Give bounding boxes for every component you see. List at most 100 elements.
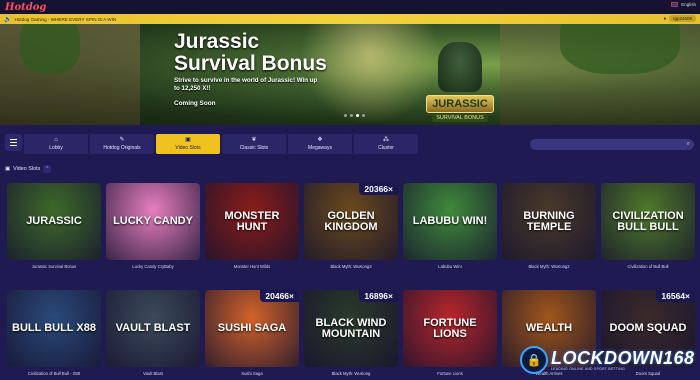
tab-lobby[interactable]: ⌂ Lobby xyxy=(24,134,88,154)
game-thumbnail[interactable]: GOLDEN KINGDOM 20366× xyxy=(304,183,398,260)
game-thumbnail[interactable]: JURASSIC xyxy=(7,183,101,260)
game-caption: Labubu Win! xyxy=(438,264,462,269)
game-art-title: GOLDEN KINGDOM xyxy=(324,209,378,233)
game-tile[interactable]: LUCKY CANDY Lucky Candy CryBaby xyxy=(106,183,200,273)
username: tgp24609 xyxy=(669,15,696,22)
home-icon: ⌂ xyxy=(54,137,58,143)
tab-hotdog-originals[interactable]: ✎ Hotdog Originals xyxy=(90,134,154,154)
tab-label: Cluster xyxy=(378,145,394,151)
multiplier-badge: 16896× xyxy=(359,290,398,302)
watermark-word: LOCKDOWN168 xyxy=(551,348,695,368)
game-thumbnail[interactable]: VAULT BLAST xyxy=(106,290,200,367)
tag-icon: ✎ xyxy=(119,137,125,143)
game-thumbnail[interactable]: CIVILIZATION BULL BULL xyxy=(601,183,695,260)
hero-title: Jurassic Survival Bonus xyxy=(174,30,327,75)
collapse-toggle[interactable]: ⌃ xyxy=(43,165,52,173)
hamburger-icon xyxy=(10,139,17,140)
hero-status: Coming Soon xyxy=(174,100,216,107)
tab-megaways[interactable]: ❖ Megaways xyxy=(288,134,352,154)
menu-button[interactable] xyxy=(5,134,22,151)
game-tile[interactable]: BLACK WIND MOUNTAIN 16896× Black Myth: WuK… xyxy=(304,290,398,380)
watermark-tagline: LEADING ONLINE AND SPORT BETTING xyxy=(551,367,626,371)
hero-game-logo: JURASSIC SURVIVAL BONUS xyxy=(420,42,500,122)
user-account[interactable]: ● tgp24609 xyxy=(663,15,696,22)
category-nav: ⌂ Lobby ✎ Hotdog Originals ▣ Video Slots ❦ Clas… xyxy=(0,131,700,155)
carousel-dots xyxy=(344,114,365,117)
game-thumbnail[interactable]: FORTUNE LIONS xyxy=(403,290,497,367)
game-art-title: VAULT BLAST xyxy=(115,322,191,334)
game-thumbnail[interactable]: SUSHI SAGA 20466× xyxy=(205,290,299,367)
tab-label: Megaways xyxy=(308,145,332,151)
game-caption: Jurassic Survival Bonus xyxy=(31,264,77,269)
tab-cluster[interactable]: ⁂ Cluster xyxy=(354,134,418,154)
game-art-title: JURASSIC xyxy=(26,215,82,227)
game-thumbnail[interactable]: LABUBU WIN! xyxy=(403,183,497,260)
tab-classic-slots[interactable]: ❦ Classic Slots xyxy=(222,134,286,154)
hero-banner[interactable]: Jurassic Survival Bonus Strive to surviv… xyxy=(0,24,700,125)
game-tile[interactable]: FORTUNE LIONS Fortune Lions xyxy=(403,290,497,380)
game-thumbnail[interactable]: BLACK WIND MOUNTAIN 16896× xyxy=(304,290,398,367)
announcement-bar: 🔊 Hotdog Gaming - WHERE EVERY SPIN IS A … xyxy=(0,14,700,24)
section-header: ▣ Video Slots ⌃ xyxy=(5,165,52,173)
game-art-title: MONSTER HUNT xyxy=(224,209,280,233)
game-art-title: SUSHI SAGA xyxy=(217,322,287,334)
game-art-title: LUCKY CANDY xyxy=(113,215,193,227)
game-art-title: BURNING TEMPLE xyxy=(523,209,575,233)
language-selector[interactable]: English xyxy=(671,2,696,7)
game-thumbnail[interactable]: LUCKY CANDY xyxy=(106,183,200,260)
game-tile[interactable]: BULL BULL X88 Civilization of Bull Bull -… xyxy=(7,290,101,380)
tab-video-slots[interactable]: ▣ Video Slots xyxy=(156,134,220,154)
tab-label: Lobby xyxy=(49,145,63,151)
cherry-icon: ❦ xyxy=(251,137,257,143)
game-caption: Monster Hunt Wilds xyxy=(233,264,271,269)
watermark: 🔒 LOCKDOWN168 LEADING ONLINE AND SPORT B… xyxy=(520,342,700,378)
game-caption: Black Myth: WuKong xyxy=(331,371,371,376)
game-art-title: LABUBU WIN! xyxy=(412,215,488,227)
game-tile[interactable]: GOLDEN KINGDOM 20366× Black Myth: WuKong3 xyxy=(304,183,398,273)
carousel-dot[interactable] xyxy=(350,114,353,117)
banner-foliage-right xyxy=(560,24,680,74)
cluster-icon: ⁂ xyxy=(383,137,389,143)
game-tile[interactable]: VAULT BLAST Vault Blast xyxy=(106,290,200,380)
game-caption: Civilization of Bull Bull - X88 xyxy=(27,371,81,376)
tab-label: Hotdog Originals xyxy=(103,145,141,151)
game-caption: Black Myth: WuKong3 xyxy=(330,264,372,269)
game-tile[interactable]: JURASSIC Jurassic Survival Bonus xyxy=(7,183,101,273)
hero-logo-title: JURASSIC xyxy=(426,95,494,113)
multiplier-badge: 20366× xyxy=(359,183,398,195)
slots-icon: ▣ xyxy=(5,166,11,172)
tab-label: Classic Slots xyxy=(239,145,269,151)
dinosaur-illustration xyxy=(438,42,482,92)
game-art-title: BLACK WIND MOUNTAIN xyxy=(315,316,387,340)
carousel-dot[interactable] xyxy=(356,114,359,117)
megaways-icon: ❖ xyxy=(317,137,323,143)
carousel-dot[interactable] xyxy=(344,114,347,117)
game-tile[interactable]: CIVILIZATION BULL BULL Civilization of Bu… xyxy=(601,183,695,273)
top-bar: Hotdog English xyxy=(0,0,700,14)
game-thumbnail[interactable]: MONSTER HUNT xyxy=(205,183,299,260)
game-caption: Fortune Lions xyxy=(437,371,463,376)
game-caption: Lucky Candy CryBaby xyxy=(132,264,174,269)
search-icon: ⌕ xyxy=(686,141,690,147)
game-tile[interactable]: MONSTER HUNT Monster Hunt Wilds xyxy=(205,183,299,273)
game-art-title: CIVILIZATION BULL BULL xyxy=(612,209,684,233)
game-art-title: WEALTH xyxy=(525,322,573,334)
game-caption: Vault Blast xyxy=(143,371,163,376)
game-art-title: FORTUNE LIONS xyxy=(423,316,477,340)
section-title: Video Slots xyxy=(13,166,41,172)
user-icon: ● xyxy=(663,16,667,21)
game-thumbnail[interactable]: BURNING TEMPLE xyxy=(502,183,596,260)
game-caption: Civilization of Bull Bull xyxy=(627,264,669,269)
game-thumbnail[interactable]: BULL BULL X88 xyxy=(7,290,101,367)
language-label: English xyxy=(681,2,696,7)
multiplier-badge: 20466× xyxy=(260,290,299,302)
game-tile[interactable]: BURNING TEMPLE Black Myth: WuKong2 xyxy=(502,183,596,273)
search-input[interactable]: ⌕ xyxy=(530,139,694,150)
game-tile[interactable]: LABUBU WIN! Labubu Win! xyxy=(403,183,497,273)
carousel-dot[interactable] xyxy=(362,114,365,117)
site-logo[interactable]: Hotdog xyxy=(5,2,46,13)
lock-icon: 🔒 xyxy=(520,346,548,374)
game-tile[interactable]: SUSHI SAGA 20466× Sushi Saga xyxy=(205,290,299,380)
hero-subtitle: Strive to survive in the world of Jurass… xyxy=(174,77,318,92)
game-art-title: BULL BULL X88 xyxy=(12,322,96,334)
